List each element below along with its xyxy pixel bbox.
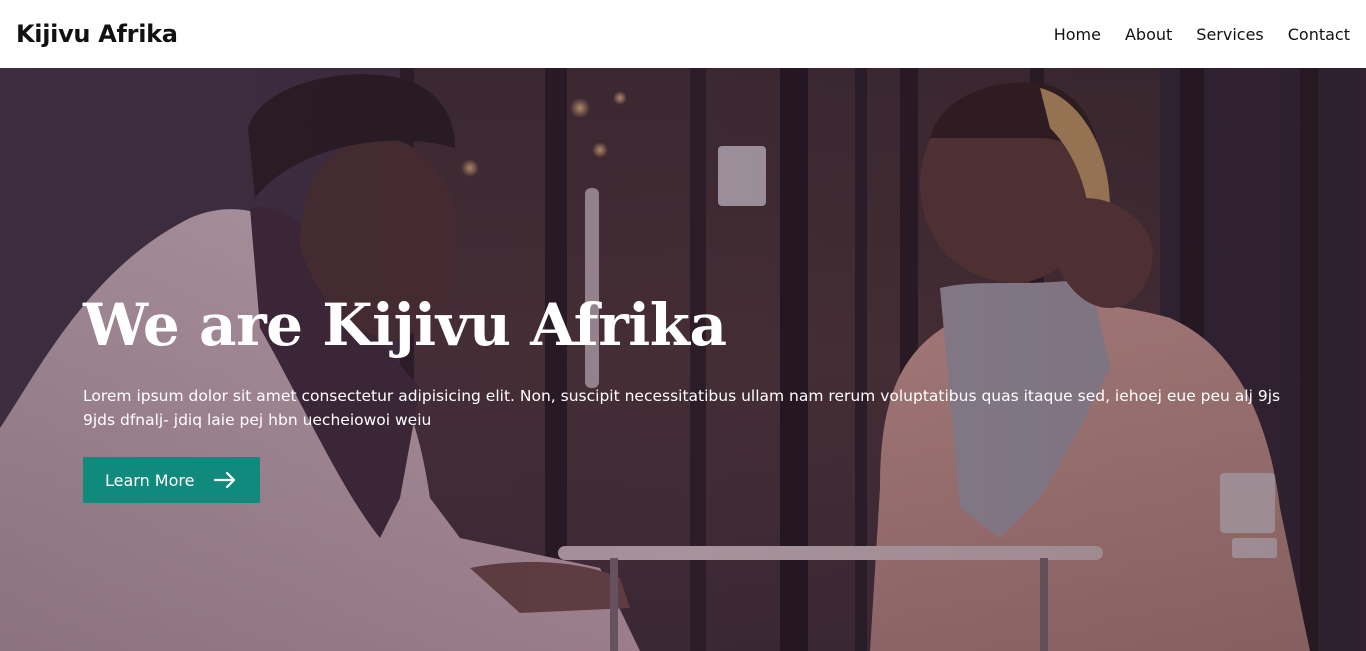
hero-description: Lorem ipsum dolor sit amet consectetur a… (83, 387, 1281, 429)
hero-title: We are Kijivu Afrika (83, 291, 727, 359)
learn-more-button[interactable]: Learn More (83, 457, 261, 503)
learn-more-label: Learn More (105, 470, 195, 490)
hero-content: We are Kijivu Afrika Lorem ipsum dolor s… (83, 292, 1293, 503)
arrow-right-icon (214, 472, 236, 488)
main-nav: Home About Services Contact (1054, 25, 1350, 44)
top-navbar: Kijivu Afrika Home About Services Contac… (0, 0, 1366, 68)
nav-item-home[interactable]: Home (1054, 25, 1101, 44)
nav-item-services[interactable]: Services (1196, 25, 1263, 44)
nav-item-contact[interactable]: Contact (1288, 25, 1350, 44)
brand-logo[interactable]: Kijivu Afrika (16, 20, 178, 48)
hero-section: We are Kijivu Afrika Lorem ipsum dolor s… (0, 68, 1366, 651)
nav-item-about[interactable]: About (1125, 25, 1172, 44)
